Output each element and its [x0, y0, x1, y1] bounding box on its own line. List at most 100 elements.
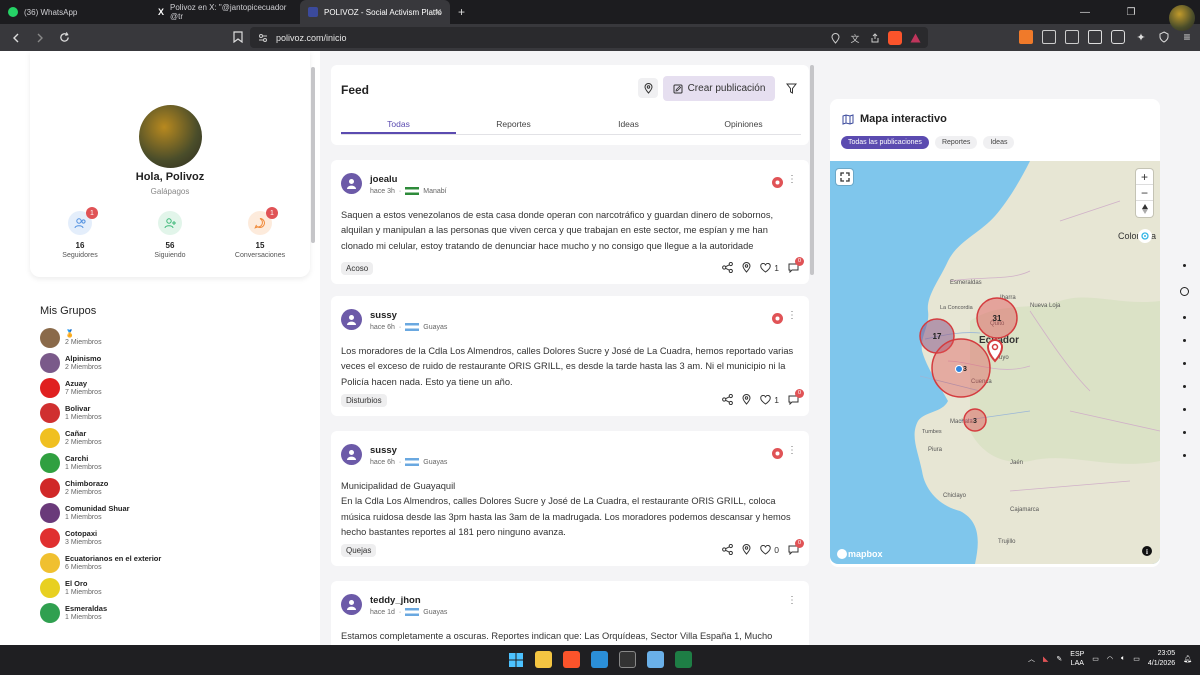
rail-dot[interactable]: [1182, 362, 1186, 365]
like-button[interactable]: 0: [760, 544, 779, 555]
post-tag[interactable]: Acoso: [341, 262, 374, 275]
feed-scrollbar[interactable]: [810, 65, 814, 275]
group-item[interactable]: Bolivar 1 Miembros: [40, 400, 290, 425]
share-icon[interactable]: [868, 31, 882, 45]
zoom-out-button[interactable]: −: [1136, 185, 1153, 201]
group-item[interactable]: 🏅 2 Miembros: [40, 325, 290, 350]
more-options-icon[interactable]: ⋮: [787, 311, 797, 321]
user-menu-avatar[interactable]: [1169, 5, 1195, 31]
file-explorer-icon[interactable]: [535, 651, 552, 668]
interactive-map[interactable]: Colombia Ecuador Esmeraldas Ibarra Nueva…: [830, 161, 1160, 564]
group-item[interactable]: Cotopaxi 3 Miembros: [40, 525, 290, 550]
map-filter-ideas[interactable]: Ideas: [983, 136, 1015, 149]
vpn-icon[interactable]: [1157, 30, 1171, 44]
translate-icon[interactable]: 文: [848, 31, 862, 45]
post-avatar[interactable]: [341, 594, 362, 615]
fullscreen-control[interactable]: [836, 169, 853, 185]
extension-reader-icon[interactable]: [1065, 30, 1079, 44]
site-settings-icon[interactable]: [258, 33, 268, 43]
cluster-3[interactable]: 3: [963, 408, 987, 432]
pen-icon[interactable]: ✎: [1056, 655, 1062, 663]
clock[interactable]: 23:05 4/1/2026: [1148, 649, 1175, 669]
map-filter-reportes[interactable]: Reportes: [934, 136, 978, 149]
more-options-icon[interactable]: ⋮: [787, 446, 797, 456]
post-username[interactable]: teddy_jhon: [370, 595, 421, 606]
url-text[interactable]: polivoz.com/inicio: [276, 33, 347, 43]
tab-x[interactable]: X Polivoz en X: "@jantopicecuador @tr: [150, 0, 300, 24]
group-item[interactable]: Comunidad Shuar 1 Miembros: [40, 500, 290, 525]
zoom-in-button[interactable]: +: [1136, 169, 1153, 185]
notification-icon[interactable]: 🔔︎: [1183, 655, 1192, 663]
minimize-button[interactable]: —: [1062, 0, 1108, 24]
geolocate-button[interactable]: [1138, 229, 1152, 243]
volume-icon[interactable]: 🔈︎: [1121, 655, 1125, 663]
rail-dot[interactable]: [1182, 339, 1186, 342]
wallet-icon[interactable]: [1111, 30, 1125, 44]
wifi-icon[interactable]: ◠: [1107, 655, 1113, 663]
stat-followers[interactable]: 1 16 Seguidores: [45, 207, 115, 259]
chevron-up-icon[interactable]: ︿: [1028, 654, 1035, 664]
stat-following[interactable]: 56 Siguiendo: [135, 211, 205, 259]
terminal-icon[interactable]: [619, 651, 636, 668]
profile-avatar[interactable]: [139, 105, 202, 168]
brave-browser-icon[interactable]: [563, 651, 580, 668]
back-button[interactable]: [8, 30, 24, 46]
location-filter-button[interactable]: [638, 78, 658, 98]
create-post-button[interactable]: Crear publicación: [663, 76, 775, 101]
cluster-31[interactable]: 31: [976, 297, 1018, 339]
group-item[interactable]: Cañar 2 Miembros: [40, 425, 290, 450]
filter-button[interactable]: [781, 78, 801, 98]
comment-button[interactable]: 0: [788, 388, 804, 405]
location-icon[interactable]: [828, 31, 842, 45]
new-tab-button[interactable]: +: [458, 5, 465, 19]
group-item[interactable]: Ecuatorianos en el exterior 6 Miembros: [40, 550, 290, 575]
post-avatar[interactable]: [341, 173, 362, 194]
maximize-button[interactable]: ❐: [1108, 0, 1154, 24]
more-options-icon[interactable]: ⋮: [787, 175, 797, 185]
extension-translate-icon[interactable]: [1042, 30, 1056, 44]
brave-rewards-icon[interactable]: [908, 31, 922, 45]
post-username[interactable]: joealu: [370, 174, 397, 185]
more-options-icon[interactable]: ⋮: [787, 596, 797, 606]
close-tab-icon[interactable]: ✕: [434, 7, 442, 18]
group-item[interactable]: Azuay 7 Miembros: [40, 375, 290, 400]
brave-shield-icon[interactable]: [888, 31, 902, 45]
input-indicator-icon[interactable]: ◣: [1043, 655, 1048, 663]
url-bar[interactable]: polivoz.com/inicio 文: [250, 27, 928, 48]
language-indicator[interactable]: ESP LAA: [1070, 650, 1084, 668]
location-button[interactable]: [742, 394, 751, 405]
post-avatar[interactable]: [341, 309, 362, 330]
forward-button[interactable]: [32, 30, 48, 46]
bookmark-icon[interactable]: [233, 31, 243, 43]
post-card[interactable]: sussy hace 6h · Guayas ⋮ Municipalidad de Gua…: [331, 431, 809, 566]
windows-start-icon[interactable]: [507, 651, 524, 668]
tab-opiniones[interactable]: Opiniones: [686, 114, 801, 134]
group-item[interactable]: Alpinismo 2 Miembros: [40, 350, 290, 375]
tab-polivoz[interactable]: POLIVOZ - Social Activism Platfo ✕: [300, 0, 450, 24]
left-scrollbar[interactable]: [311, 67, 315, 243]
comment-button[interactable]: 0: [788, 256, 804, 273]
post-avatar[interactable]: [341, 444, 362, 465]
map-filter-all[interactable]: Todas las publicaciones: [841, 136, 929, 149]
menu-icon[interactable]: ≡: [1180, 30, 1194, 44]
post-card[interactable]: sussy hace 6h · Guayas ⋮ Los moradores de la …: [331, 296, 809, 416]
post-card[interactable]: joealu hace 3h · Manabí ⋮ Saquen a estos vene…: [331, 160, 809, 284]
rail-dot[interactable]: [1182, 264, 1186, 267]
post-tag[interactable]: Quejas: [341, 544, 377, 557]
comment-button[interactable]: 0: [788, 538, 804, 555]
rail-dot[interactable]: [1182, 385, 1186, 388]
tab-todas[interactable]: Todas: [341, 114, 456, 134]
leo-ai-icon[interactable]: ✦: [1134, 30, 1148, 44]
sidebar-toggle-icon[interactable]: [1088, 30, 1102, 44]
tab-whatsapp[interactable]: (36) WhatsApp: [0, 0, 150, 24]
rail-dot[interactable]: [1180, 287, 1189, 296]
share-button[interactable]: [722, 544, 734, 555]
location-button[interactable]: [742, 262, 751, 273]
cluster-large[interactable]: 3: [931, 338, 991, 398]
post-username[interactable]: sussy: [370, 310, 397, 321]
post-tag[interactable]: Disturbios: [341, 394, 387, 407]
post-username[interactable]: sussy: [370, 445, 397, 456]
post-card[interactable]: teddy_jhon hace 1d · Guayas ⋮ Estamos complet…: [331, 581, 809, 645]
rail-dot[interactable]: [1182, 316, 1186, 319]
group-item[interactable]: Chimborazo 2 Miembros: [40, 475, 290, 500]
